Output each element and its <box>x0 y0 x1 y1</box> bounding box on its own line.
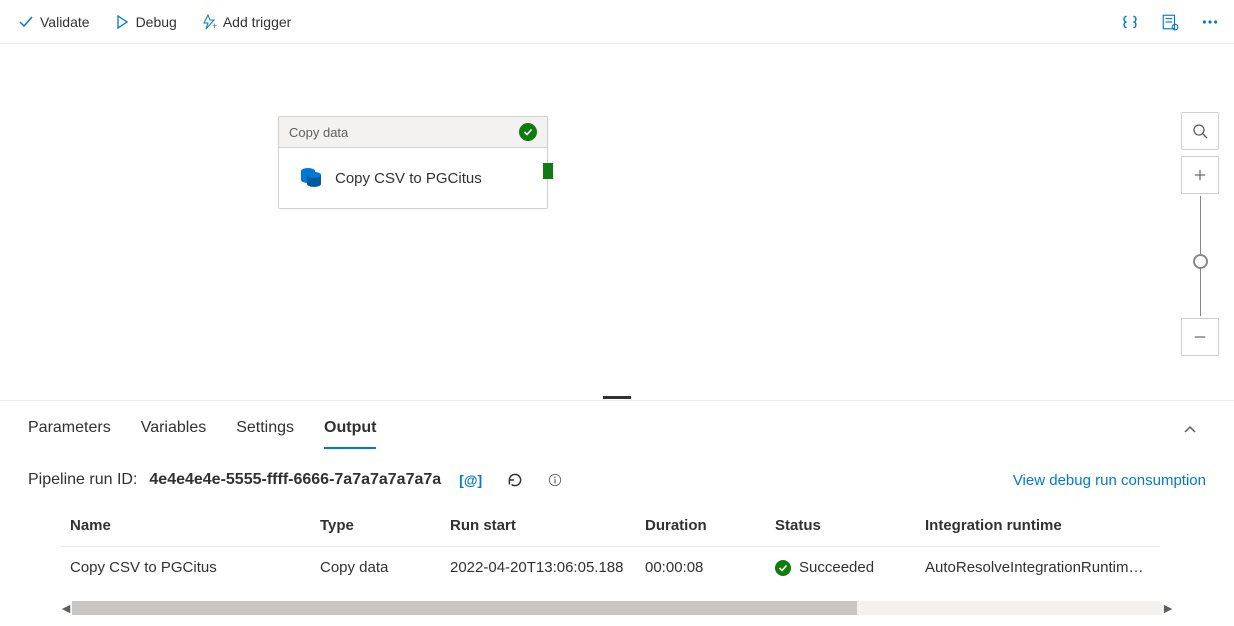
toolbar: Validate Debug + Add trigger <box>0 0 1234 44</box>
scroll-right-icon[interactable]: ► <box>1162 602 1174 614</box>
table-header-row: Name Type Run start Duration Status Inte… <box>60 505 1160 547</box>
col-type[interactable]: Type <box>310 505 440 547</box>
success-icon <box>775 560 791 576</box>
zoom-out-button[interactable] <box>1181 318 1219 356</box>
canvas-search-button[interactable] <box>1181 112 1219 150</box>
view-consumption-link[interactable]: View debug run consumption <box>1013 472 1206 489</box>
collapse-panel-button[interactable] <box>1174 414 1206 449</box>
col-status[interactable]: Status <box>765 505 915 547</box>
code-icon[interactable] <box>1114 6 1146 38</box>
copy-data-activity[interactable]: Copy data Copy CSV to PGCitus <box>278 116 548 209</box>
properties-icon[interactable] <box>1154 6 1186 38</box>
activity-header: Copy data <box>279 117 547 148</box>
pipeline-canvas[interactable]: Copy data Copy CSV to PGCitus <box>0 44 1234 394</box>
zoom-panel <box>1180 112 1220 356</box>
copy-run-id-button[interactable]: [@] <box>453 472 488 488</box>
tab-settings[interactable]: Settings <box>236 413 294 449</box>
col-name[interactable]: Name <box>60 505 310 547</box>
tab-parameters[interactable]: Parameters <box>28 413 111 449</box>
more-icon[interactable] <box>1194 6 1226 38</box>
activity-body: Copy CSV to PGCitus <box>279 148 547 208</box>
cell-type: Copy data <box>310 547 440 589</box>
add-trigger-label: Add trigger <box>223 14 291 30</box>
zoom-in-button[interactable] <box>1181 156 1219 194</box>
cell-duration: 00:00:08 <box>635 547 765 589</box>
output-grid: Name Type Run start Duration Status Inte… <box>0 505 1234 600</box>
validate-label: Validate <box>40 14 90 30</box>
debug-label: Debug <box>136 14 177 30</box>
zoom-slider[interactable] <box>1200 196 1201 316</box>
bottom-tabs: Parameters Variables Settings Output <box>0 400 1234 449</box>
cell-integration-runtime: AutoResolveIntegrationRuntime (East US) <box>915 547 1160 589</box>
zoom-thumb[interactable] <box>1193 254 1208 269</box>
trigger-icon: + <box>201 14 217 30</box>
pipeline-run-id-value: 4e4e4e4e-5555-ffff-6666-7a7a7a7a7a7a <box>149 471 441 489</box>
scroll-thumb[interactable] <box>72 601 857 615</box>
col-run-start[interactable]: Run start <box>440 505 635 547</box>
database-icon <box>297 162 325 194</box>
cell-run-start: 2022-04-20T13:06:05.188 <box>440 547 635 589</box>
status-text: Succeeded <box>799 559 874 576</box>
debug-button[interactable]: Debug <box>104 8 187 36</box>
add-trigger-button[interactable]: + Add trigger <box>191 8 301 36</box>
activity-connector[interactable] <box>543 163 553 179</box>
table-row[interactable]: Copy CSV to PGCitus Copy data 2022-04-20… <box>60 547 1160 589</box>
info-icon[interactable] <box>542 473 568 487</box>
scroll-left-icon[interactable]: ◄ <box>60 602 72 614</box>
success-icon <box>519 123 537 141</box>
check-icon <box>18 14 34 30</box>
validate-button[interactable]: Validate <box>8 8 100 36</box>
scroll-track[interactable] <box>72 601 1162 615</box>
tab-variables[interactable]: Variables <box>141 413 207 449</box>
toolbar-left: Validate Debug + Add trigger <box>8 8 301 36</box>
cell-status: Succeeded <box>765 547 915 589</box>
svg-text:+: + <box>212 21 217 30</box>
pipeline-run-id-label: Pipeline run ID: <box>28 471 137 489</box>
play-icon <box>114 14 130 30</box>
cell-name: Copy CSV to PGCitus <box>60 547 310 589</box>
horizontal-scrollbar[interactable]: ◄ ► <box>60 600 1174 616</box>
refresh-icon[interactable] <box>500 471 530 489</box>
tab-output[interactable]: Output <box>324 413 376 449</box>
pipeline-run-row: Pipeline run ID: 4e4e4e4e-5555-ffff-6666… <box>0 449 1234 505</box>
col-integration-runtime[interactable]: Integration runtime <box>915 505 1160 547</box>
toolbar-right <box>1114 6 1226 38</box>
col-duration[interactable]: Duration <box>635 505 765 547</box>
activity-name: Copy CSV to PGCitus <box>335 170 482 187</box>
activity-type-label: Copy data <box>289 125 348 140</box>
